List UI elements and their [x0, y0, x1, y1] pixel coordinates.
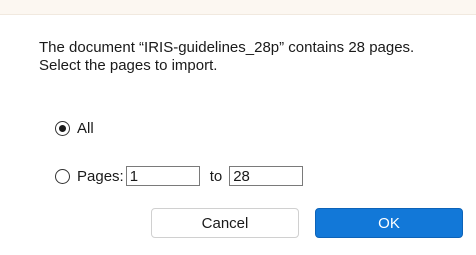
from-page-input[interactable] — [125, 166, 200, 186]
page-range-radio[interactable] — [55, 168, 70, 184]
document-info-text: The document “IRIS-guidelines_28p” conta… — [39, 39, 415, 56]
cancel-button[interactable]: Cancel — [151, 208, 299, 238]
window-top-strip — [0, 0, 476, 15]
page-range-option[interactable]: Pages: to — [55, 165, 304, 187]
to-label: to — [209, 167, 223, 185]
select-pages-instruction: Select the pages to import. — [39, 57, 218, 74]
pages-label: Pages: — [77, 167, 124, 185]
radio-selected-dot-icon — [59, 124, 66, 132]
to-page-input[interactable] — [229, 166, 304, 186]
dialog-message: The document “IRIS-guidelines_28p” conta… — [39, 39, 459, 75]
ok-button[interactable]: OK — [315, 208, 463, 238]
all-pages-label: All — [77, 119, 94, 137]
all-pages-option[interactable]: All — [55, 117, 94, 139]
all-pages-radio[interactable] — [55, 120, 70, 136]
import-pages-dialog: The document “IRIS-guidelines_28p” conta… — [0, 15, 476, 255]
